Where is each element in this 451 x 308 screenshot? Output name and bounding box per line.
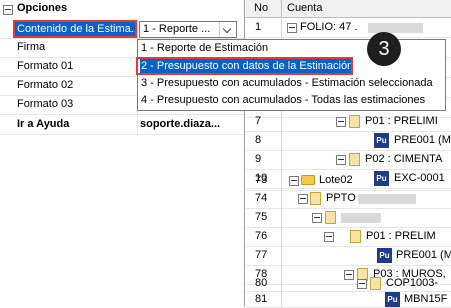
table-row[interactable]: 9 P02 : CIMENTA bbox=[246, 150, 451, 170]
document-icon bbox=[349, 153, 360, 166]
collapse-icon[interactable] bbox=[336, 155, 346, 165]
dropdown-item-4[interactable]: 4 - Presupuesto con acumulados - Todas l… bbox=[141, 94, 425, 108]
table-row[interactable]: 8 Pu PRE001 (M bbox=[246, 131, 451, 151]
collapse-icon[interactable] bbox=[287, 23, 297, 33]
table-row[interactable]: 73 Lote02 bbox=[246, 171, 451, 191]
pu-icon: Pu bbox=[385, 292, 400, 307]
options-header[interactable]: Opciones bbox=[0, 2, 244, 17]
document-icon bbox=[349, 115, 360, 128]
column-header-cuenta[interactable]: Cuenta bbox=[287, 2, 322, 14]
document-icon bbox=[325, 211, 336, 224]
dropdown-item-1[interactable]: 1 - Reporte de Estimación bbox=[141, 42, 268, 56]
collapse-icon[interactable] bbox=[336, 117, 346, 127]
folder-icon bbox=[301, 175, 315, 185]
document-icon bbox=[370, 277, 381, 290]
document-icon bbox=[310, 192, 321, 205]
pu-icon: Pu bbox=[374, 133, 389, 148]
pu-icon: Pu bbox=[377, 248, 392, 263]
grid-header: No Cuenta bbox=[246, 0, 451, 18]
table-row[interactable]: 7 P01 : PRELIMI bbox=[246, 112, 451, 132]
contenido-select[interactable]: 1 - Reporte ... bbox=[139, 21, 237, 38]
highlight-box-option bbox=[136, 57, 353, 75]
collapse-icon[interactable] bbox=[357, 279, 367, 289]
table-row[interactable]: 81 Pu MBN15F bbox=[246, 292, 451, 308]
table-row[interactable]: 1 FOLIO: 47 . bbox=[246, 18, 451, 38]
collapse-icon[interactable] bbox=[312, 213, 322, 223]
chevron-down-icon[interactable] bbox=[219, 22, 236, 37]
document-icon bbox=[350, 230, 361, 243]
table-row[interactable]: 77 Pu PRE001 (M bbox=[246, 246, 451, 266]
table-row[interactable]: 76 P01 : PRELIM bbox=[246, 227, 451, 247]
highlight-box-property bbox=[13, 20, 137, 38]
options-title: Opciones bbox=[17, 2, 68, 14]
step-number-badge: 3 bbox=[367, 32, 401, 66]
table-row[interactable]: 75 bbox=[246, 208, 451, 228]
column-header-no[interactable]: No bbox=[254, 2, 268, 14]
collapse-icon[interactable] bbox=[3, 5, 13, 15]
collapse-icon[interactable] bbox=[289, 176, 299, 186]
prop-row-ayuda[interactable]: Ir a Ayuda soporte.diaza... bbox=[0, 116, 244, 135]
collapse-icon[interactable] bbox=[324, 232, 334, 242]
table-row[interactable]: 80 COP1003- bbox=[246, 276, 451, 292]
collapse-icon[interactable] bbox=[298, 194, 308, 204]
dropdown-item-3[interactable]: 3 - Presupuesto con acumulados - Estimac… bbox=[141, 77, 433, 91]
table-row[interactable]: 74 PPTO bbox=[246, 189, 451, 209]
